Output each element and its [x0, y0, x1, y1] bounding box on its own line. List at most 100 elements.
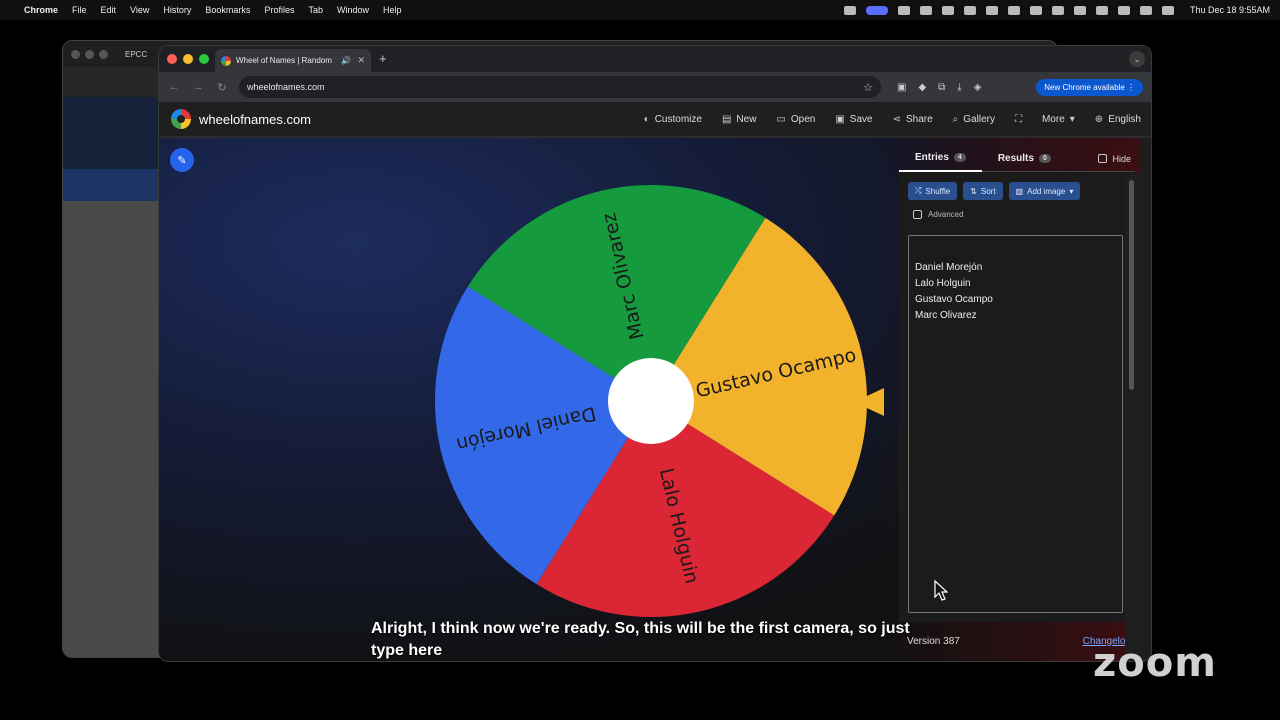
user-status-icon[interactable]	[1117, 5, 1130, 15]
entries-actions: ⤮ Shuffle ⇅ Sort ▧ Add image ▾	[899, 172, 1135, 200]
zoom-status-icon[interactable]	[843, 5, 856, 15]
play-status-icon[interactable]	[1029, 5, 1042, 15]
siri-icon[interactable]	[1139, 5, 1152, 15]
screen: Chrome File Edit View History Bookmarks …	[0, 0, 1280, 720]
menu-history[interactable]: History	[163, 5, 191, 15]
entries-count-badge: 4	[953, 153, 966, 162]
entry-line[interactable]: Marc Olivarez	[915, 308, 1116, 324]
wifi-icon[interactable]	[1073, 5, 1086, 15]
calendar-status-icon[interactable]	[963, 5, 976, 15]
hide-checkbox-box[interactable]	[1098, 154, 1108, 163]
entry-line[interactable]: Lalo Holguin	[915, 276, 1116, 292]
entries-panel-body: ⤮ Shuffle ⇅ Sort ▧ Add image ▾ Advanced Dani…	[899, 172, 1135, 622]
close-dot[interactable]	[71, 49, 80, 59]
chevron-down-icon: ▾	[1069, 186, 1074, 196]
new-tab-button[interactable]: +	[379, 51, 387, 66]
nav-language[interactable]: ⊕ English	[1095, 114, 1141, 125]
profile-shield-icon[interactable]: ◈	[974, 82, 982, 93]
menu-edit[interactable]: Edit	[101, 5, 117, 15]
extension-icon[interactable]: ◆	[918, 82, 926, 93]
nav-save[interactable]: ▣ Save	[835, 114, 872, 125]
shuffle-label: Shuffle	[925, 186, 951, 196]
reload-icon[interactable]: ↻	[215, 81, 229, 94]
tab-search-chevron-icon[interactable]: ⌄	[1129, 51, 1145, 67]
browser-toolbar: ← → ↻ ⚙ wheelofnames.com ☆ ▣ ◆ ⧉ ⤓ ◈ New…	[159, 72, 1151, 112]
background-tab-title[interactable]: EPCC	[125, 50, 147, 59]
minimize-dot[interactable]	[85, 49, 94, 59]
nav-more[interactable]: More ▾	[1042, 114, 1075, 125]
display-status-icon[interactable]	[919, 5, 932, 15]
nav-fullscreen[interactable]: ⛶	[1015, 114, 1022, 125]
nav-share[interactable]: ⋖ Share	[893, 114, 933, 125]
menu-window[interactable]: Window	[337, 5, 369, 15]
back-icon[interactable]: ←	[167, 81, 181, 93]
globe-icon: ⊕	[1094, 113, 1104, 125]
screen-share-icon[interactable]	[865, 5, 888, 15]
download-icon[interactable]: ⤓	[957, 82, 961, 93]
nav-gallery[interactable]: ⌕ Gallery	[953, 114, 995, 125]
edit-pencil-button[interactable]: ✎	[170, 148, 194, 172]
spin-wheel[interactable]: Gustavo OcampoLalo HolguinDaniel Morejón…	[429, 178, 869, 618]
advanced-checkbox[interactable]: Advanced	[899, 200, 1135, 219]
control-center-icon[interactable]	[1161, 5, 1174, 15]
status-area: Thu Dec 18 9:55AM	[843, 5, 1270, 15]
search-icon: ⌕	[952, 113, 959, 125]
background-page-band	[63, 169, 163, 201]
menu-help[interactable]: Help	[383, 5, 402, 15]
tab-wheel-of-names[interactable]: Wheel of Names | Random 🔊 ✕	[215, 49, 371, 72]
tab-results[interactable]: Results 0	[982, 146, 1067, 172]
tab-strip: Wheel of Names | Random 🔊 ✕ + ⌄	[159, 46, 1151, 72]
wheel-logo-icon[interactable]	[171, 109, 191, 129]
forward-icon[interactable]: →	[191, 81, 205, 93]
speaker-icon[interactable]: 🔊	[341, 56, 351, 65]
close-tab-icon[interactable]: ✕	[357, 55, 365, 66]
entry-line[interactable]: Daniel Morejón	[915, 260, 1116, 276]
site-brand[interactable]: wheelofnames.com	[199, 112, 311, 127]
entries-textarea[interactable]: Daniel Morejón Lalo Holguin Gustavo Ocam…	[908, 235, 1123, 613]
bookmark-star-icon[interactable]: ☆	[863, 81, 873, 94]
url-text[interactable]: wheelofnames.com	[247, 82, 325, 92]
menubar-clock[interactable]: Thu Dec 18 9:55AM	[1190, 5, 1270, 15]
screenshot-extension-icon[interactable]: ▣	[897, 82, 906, 93]
menu-bookmarks[interactable]: Bookmarks	[205, 5, 250, 15]
shield-status-icon[interactable]	[897, 5, 910, 15]
car-status-icon[interactable]	[1007, 5, 1020, 15]
file-icon: ▤	[721, 113, 732, 125]
hide-checkbox[interactable]: Hide	[1098, 154, 1135, 164]
menu-profiles[interactable]: Profiles	[264, 5, 294, 15]
nav-new-label: New	[736, 113, 757, 125]
add-image-button[interactable]: ▧ Add image ▾	[1008, 182, 1081, 200]
battery-icon[interactable]	[985, 5, 998, 15]
scrollbar-thumb[interactable]	[1129, 180, 1134, 390]
zoom-dot[interactable]	[99, 49, 108, 59]
keyboard-status-icon[interactable]	[1051, 5, 1064, 15]
close-window-button[interactable]	[167, 54, 177, 64]
shuffle-button[interactable]: ⤮ Shuffle	[908, 182, 958, 200]
address-bar[interactable]: ⚙ wheelofnames.com ☆	[159, 76, 881, 112]
menu-view[interactable]: View	[130, 5, 149, 15]
wheel-favicon-icon	[221, 55, 231, 66]
nav-open-label: Open	[790, 113, 816, 125]
minimize-window-button[interactable]	[183, 54, 193, 64]
wheel-center-hub[interactable]	[608, 358, 694, 444]
menu-tab[interactable]: Tab	[308, 5, 323, 15]
nav-new[interactable]: ▤ New	[722, 114, 756, 125]
menu-chrome[interactable]: Chrome	[24, 5, 58, 15]
folder-icon: ▭	[776, 113, 786, 125]
lock-status-icon[interactable]	[941, 5, 954, 15]
site-nav: ◐ Customize ▤ New ▭ Open ▣ Save ⋖ Share ⌕ Gall…	[644, 114, 1141, 125]
search-icon[interactable]	[1095, 5, 1108, 15]
wheel-pointer-arrow	[854, 388, 884, 416]
advanced-checkbox-box[interactable]	[913, 210, 922, 219]
page-scrollbar[interactable]	[1125, 174, 1139, 661]
tab-entries[interactable]: Entries 4	[899, 146, 982, 172]
menu-file[interactable]: File	[72, 5, 87, 15]
nav-open[interactable]: ▭ Open	[776, 114, 815, 125]
maximize-window-button[interactable]	[199, 54, 209, 64]
puzzle-extensions-icon[interactable]: ⧉	[938, 82, 945, 93]
sort-button[interactable]: ⇅ Sort	[963, 182, 1003, 200]
zoom-watermark: zoom	[1093, 640, 1217, 686]
new-chrome-available-button[interactable]: New Chrome available ⋮	[1036, 78, 1143, 96]
nav-customize[interactable]: ◐ Customize	[644, 114, 702, 125]
entry-line[interactable]: Gustavo Ocampo	[915, 292, 1116, 308]
